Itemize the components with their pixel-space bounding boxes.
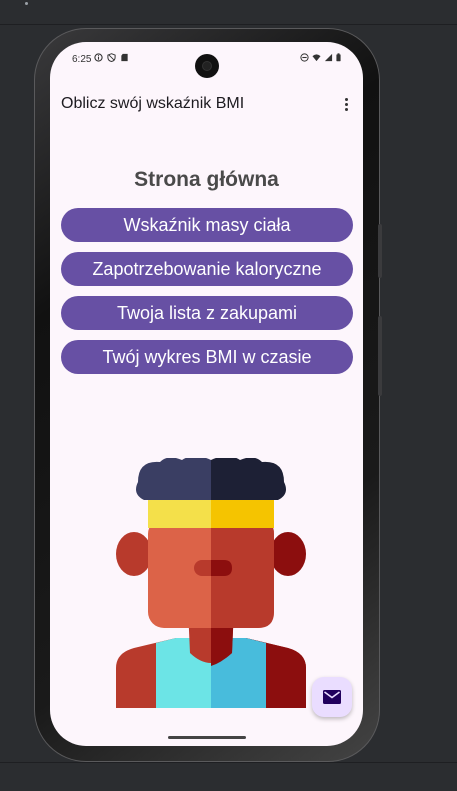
- shield-icon: [107, 53, 116, 62]
- gesture-navigation-bar[interactable]: [168, 736, 246, 739]
- person-avatar-illustration: [116, 458, 306, 708]
- volume-button: [378, 316, 382, 396]
- app-title: Oblicz swój wskaźnik BMI: [61, 95, 245, 112]
- front-camera: [195, 54, 219, 78]
- signal-icon: [324, 53, 333, 62]
- mail-fab[interactable]: [312, 677, 352, 717]
- page-title: Strona główna: [134, 168, 279, 191]
- mail-icon: [323, 690, 341, 704]
- info-icon: [94, 53, 103, 62]
- device-screen: 6:25 Oblicz swój wskaźnik BMI Strona głó…: [50, 42, 363, 746]
- main-menu: Wskaźnik masy ciała Zapotrzebowanie kalo…: [61, 208, 353, 384]
- more-vert-icon[interactable]: [339, 95, 353, 113]
- ide-toolbar: [0, 0, 457, 25]
- bmi-button[interactable]: Wskaźnik masy ciała: [61, 208, 353, 242]
- bmi-chart-button[interactable]: Twój wykres BMI w czasie: [61, 340, 353, 374]
- ide-status-bar: [0, 762, 457, 791]
- wifi-icon: [312, 54, 321, 62]
- do-not-disturb-icon: [300, 53, 309, 62]
- status-time: 6:25: [72, 54, 92, 65]
- sd-card-icon: [121, 53, 128, 62]
- device-frame: 6:25 Oblicz swój wskaźnik BMI Strona głó…: [34, 28, 382, 762]
- status-bar: 6:25: [50, 42, 363, 78]
- battery-icon: [336, 53, 341, 62]
- power-button: [378, 224, 382, 278]
- shopping-list-button[interactable]: Twoja lista z zakupami: [61, 296, 353, 330]
- ide-menu-dot: [25, 2, 28, 5]
- top-app-bar: Oblicz swój wskaźnik BMI: [50, 90, 363, 120]
- calorie-needs-button[interactable]: Zapotrzebowanie kaloryczne: [61, 252, 353, 286]
